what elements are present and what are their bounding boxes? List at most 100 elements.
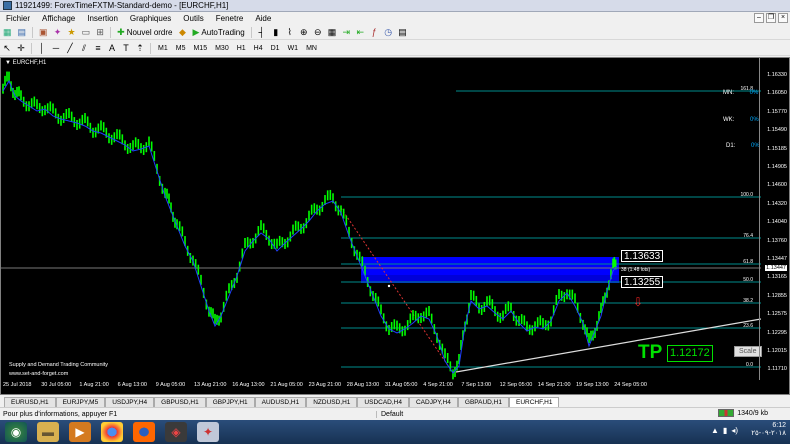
time-axis[interactable]: 25 Jul 2018 30 Jul 05:00 1 Aug 21:00 6 Aug … <box>1 380 761 395</box>
channel-button[interactable]: ⫽ <box>78 42 90 54</box>
terminal-button[interactable]: ▭ <box>80 26 93 38</box>
new-order-button[interactable]: ✚ Nouvel ordre <box>115 26 174 38</box>
tf-h1[interactable]: H1 <box>234 42 249 54</box>
tab-gbpjpy-h1[interactable]: GBPJPY,H1 <box>205 397 255 407</box>
time-tick: 28 Aug 13:00 <box>346 382 380 388</box>
zone-lower-price[interactable]: 1.13255 <box>621 276 664 288</box>
menu-graphiques[interactable]: Graphiques <box>124 14 177 23</box>
time-tick: 7 Sep 13:00 <box>461 382 492 388</box>
tile-windows-button[interactable]: ▦ <box>326 26 339 38</box>
tf-m15[interactable]: M15 <box>190 42 210 54</box>
tf-w1[interactable]: W1 <box>285 42 302 54</box>
restore-icon[interactable]: ❐ <box>766 13 776 23</box>
tab-usdjpy-h4[interactable]: USDJPY,H4 <box>105 397 155 407</box>
tf-mn[interactable]: MN <box>303 42 320 54</box>
tf-mn-label: MN: 0% <box>723 90 758 96</box>
tab-eurjpy-m5[interactable]: EURJPY,M5 <box>55 397 106 407</box>
chart-tabs: EURUSD,H1 EURJPY,M5 USDJPY,H4 GBPUSD,H1 GBPJ… <box>0 395 790 407</box>
tab-gbpaud-h1[interactable]: GBPAUD,H1 <box>457 397 509 407</box>
trading-app-icon[interactable]: ◈ <box>165 422 187 442</box>
tab-usdcad-h4[interactable]: USDCAD,H4 <box>357 397 409 407</box>
zoom-out-button[interactable]: ⊖ <box>312 26 324 38</box>
tab-eurusd-h1[interactable]: EURUSD,H1 <box>4 397 56 407</box>
data-window-button[interactable]: ✦ <box>52 26 64 38</box>
tab-gbpusd-h1[interactable]: GBPUSD,H1 <box>154 397 206 407</box>
vertical-line-button[interactable]: │ <box>36 42 48 54</box>
chart-shift-button[interactable]: ⇤ <box>354 26 366 38</box>
zone-upper-price[interactable]: 1.13633 <box>621 250 664 262</box>
menu-outils[interactable]: Outils <box>177 14 209 23</box>
fibonacci-button[interactable]: ≡ <box>92 42 104 54</box>
tf-d1-label: D1: 0% <box>726 143 760 149</box>
tester-button[interactable]: ⊞ <box>94 26 106 38</box>
bar-chart-button[interactable]: ┤ <box>256 26 268 38</box>
mdi-controls: – ❐ × <box>754 13 788 23</box>
zoom-in-button[interactable]: ⊕ <box>298 26 310 38</box>
scale-button[interactable]: Scale <box>734 346 762 357</box>
autoscroll-button[interactable]: ⇥ <box>340 26 352 38</box>
arrows-button[interactable]: ⇡ <box>134 42 146 54</box>
fib-level-label: 61.8 <box>743 259 753 265</box>
tf-d1[interactable]: D1 <box>268 42 283 54</box>
start-icon[interactable]: ◉ <box>5 422 27 442</box>
indicators-button[interactable]: ƒ <box>368 26 380 38</box>
candlestick-button[interactable]: ▮ <box>270 26 282 38</box>
media-player-icon[interactable]: ▶ <box>69 422 91 442</box>
traffic-value: 1340/9 kb <box>737 409 768 417</box>
chart-window[interactable]: 161.8 100.0 76.4 61.8 50.0 38.2 23.6 0.0 ⇩ ▼ EUR… <box>0 57 790 395</box>
sell-arrow-icon: ⇩ <box>633 295 643 309</box>
close-icon[interactable]: × <box>778 13 788 23</box>
text-button[interactable]: A <box>106 42 118 54</box>
menu-aide[interactable]: Aide <box>249 14 277 23</box>
tf-m5[interactable]: M5 <box>173 42 189 54</box>
cursor-button[interactable]: ↖ <box>1 42 13 54</box>
menu-fenetre[interactable]: Fenetre <box>210 14 250 23</box>
price-tick: 1.13447 <box>767 256 787 262</box>
main-toolbar: ▦ ▤ ▣ ✦ ★ ▭ ⊞ ✚ Nouvel ordre ◆ ▶ AutoTra… <box>0 25 790 40</box>
market-watch-button[interactable]: ▣ <box>37 26 50 38</box>
zoom-in-icon: ⊕ <box>299 26 308 37</box>
line-chart-button[interactable]: ⌇ <box>284 26 296 38</box>
price-axis[interactable]: 1.16330 1.16050 1.15770 1.15490 1.15185 1.149… <box>759 58 789 380</box>
tab-audusd-h1[interactable]: AUDUSD,H1 <box>254 397 307 407</box>
metaeditor-button[interactable]: ◆ <box>177 26 189 38</box>
menu-insertion[interactable]: Insertion <box>81 14 124 23</box>
explorer-icon[interactable]: ▬ <box>37 422 59 442</box>
tf-m30[interactable]: M30 <box>212 42 232 54</box>
firefox-icon[interactable] <box>133 422 155 442</box>
tf-mn-value: 0% <box>749 90 759 96</box>
menu-fichier[interactable]: Fichier <box>0 14 36 23</box>
data-window-icon: ✦ <box>53 26 62 37</box>
autotrading-button[interactable]: ▶ AutoTrading <box>191 26 247 38</box>
chart-symbol: EURCHF,H1 <box>12 60 47 66</box>
new-chart-button[interactable]: ▦ <box>1 26 14 38</box>
bar-chart-icon: ┤ <box>258 27 265 37</box>
templates-button[interactable]: ▤ <box>396 26 409 38</box>
trendline <box>455 318 761 373</box>
price-tick: 1.15490 <box>767 127 787 134</box>
price-chart[interactable]: 161.8100.076.461.850.038.223.60.0⇩ <box>1 58 761 380</box>
horizontal-line-button[interactable]: ─ <box>50 42 62 54</box>
trendline-button[interactable]: ╱ <box>64 42 76 54</box>
crosshair-button[interactable]: ✛ <box>15 42 27 54</box>
time-tick: 25 Jul 2018 <box>3 382 32 388</box>
profiles-button[interactable]: ▤ <box>16 26 29 38</box>
metaeditor-icon: ◆ <box>179 26 186 37</box>
volume-icon[interactable]: ◂) <box>731 426 738 435</box>
minimize-icon[interactable]: – <box>754 13 764 23</box>
periods-button[interactable]: ◷ <box>382 26 394 38</box>
tab-cadjpy-h4[interactable]: CADJPY,H4 <box>408 397 458 407</box>
navigator-button[interactable]: ★ <box>66 26 78 38</box>
network-icon[interactable]: ▮ <box>723 426 727 435</box>
chrome-icon[interactable] <box>101 422 123 442</box>
arrow-up-icon[interactable]: ▲ <box>711 426 719 435</box>
tab-nzdusd-h1[interactable]: NZDUSD,H1 <box>306 397 358 407</box>
clock[interactable]: 6:12 ٢٠١٨-٠٩-٢٥ <box>751 422 786 437</box>
tab-eurchf-h1[interactable]: EURCHF,H1 <box>509 397 560 407</box>
current-price-marker: 1.13447 <box>765 265 787 271</box>
metatrader-icon[interactable]: ✦ <box>197 422 219 442</box>
label-button[interactable]: T <box>120 42 132 54</box>
tf-m1[interactable]: M1 <box>155 42 171 54</box>
tf-h4[interactable]: H4 <box>251 42 266 54</box>
menu-affichage[interactable]: Affichage <box>36 14 81 23</box>
